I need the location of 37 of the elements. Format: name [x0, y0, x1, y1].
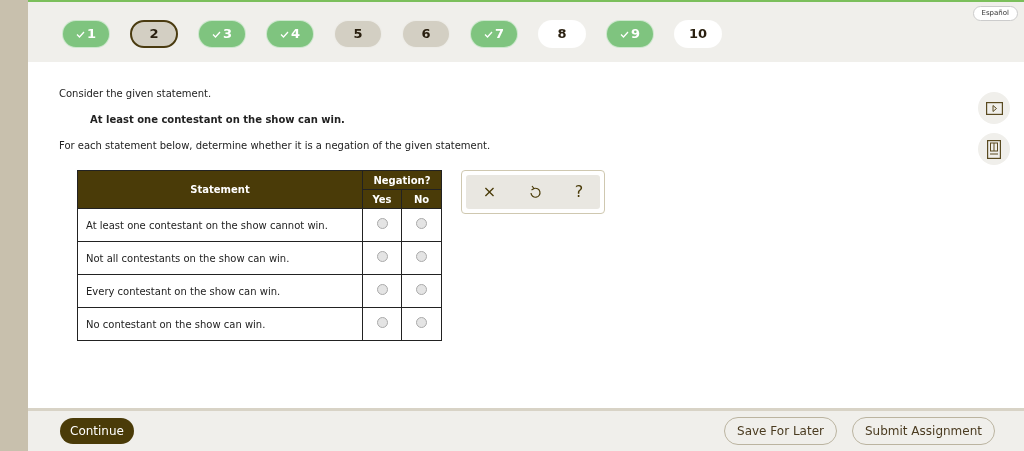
question-button[interactable]: 8: [538, 20, 586, 48]
radio-button[interactable]: [416, 250, 427, 262]
ebook-button[interactable]: [978, 133, 1010, 165]
statement-cell: Not all contestants on the show can win.: [77, 241, 363, 275]
statement-cell: At least one contestant on the show cannot win.: [77, 208, 363, 242]
column-header: Statement: [77, 170, 363, 209]
radio-button[interactable]: [416, 316, 427, 328]
radio-button[interactable]: [416, 217, 427, 229]
help-button[interactable]: ?: [574, 180, 584, 204]
check-icon: [211, 30, 221, 38]
question-button[interactable]: 10: [674, 20, 722, 48]
statement-cell: No contestant on the show can win.: [77, 307, 363, 341]
radio-button[interactable]: [376, 250, 388, 262]
column-header: Yes: [362, 189, 402, 209]
continue-button[interactable]: Continue: [60, 418, 134, 444]
clear-button[interactable]: ×: [482, 180, 497, 204]
radio-button[interactable]: [376, 283, 388, 295]
given-statement: At least one contestant on the show can win.: [90, 113, 345, 127]
check-icon: [279, 30, 289, 38]
column-header: No: [401, 189, 442, 209]
play-icon: [985, 101, 1003, 115]
book-icon: [987, 139, 1001, 159]
radio-button[interactable]: [416, 283, 427, 295]
question-button[interactable]: 6: [402, 20, 450, 48]
check-icon: [619, 30, 629, 38]
question-button[interactable]: 5: [334, 20, 382, 48]
intro-text: Consider the given statement.: [59, 87, 212, 101]
check-icon: [483, 30, 493, 38]
undo-icon[interactable]: [529, 185, 542, 199]
column-header: Negation?: [362, 170, 442, 190]
radio-button[interactable]: [376, 217, 388, 229]
instruction-text: For each statement below, determine whether it is a negation of the given statement.: [59, 139, 491, 153]
radio-button[interactable]: [376, 316, 388, 328]
statement-cell: Every contestant on the show can win.: [77, 274, 363, 308]
question-button[interactable]: 2: [130, 20, 178, 48]
check-icon: [75, 30, 85, 38]
video-button[interactable]: [978, 92, 1010, 124]
